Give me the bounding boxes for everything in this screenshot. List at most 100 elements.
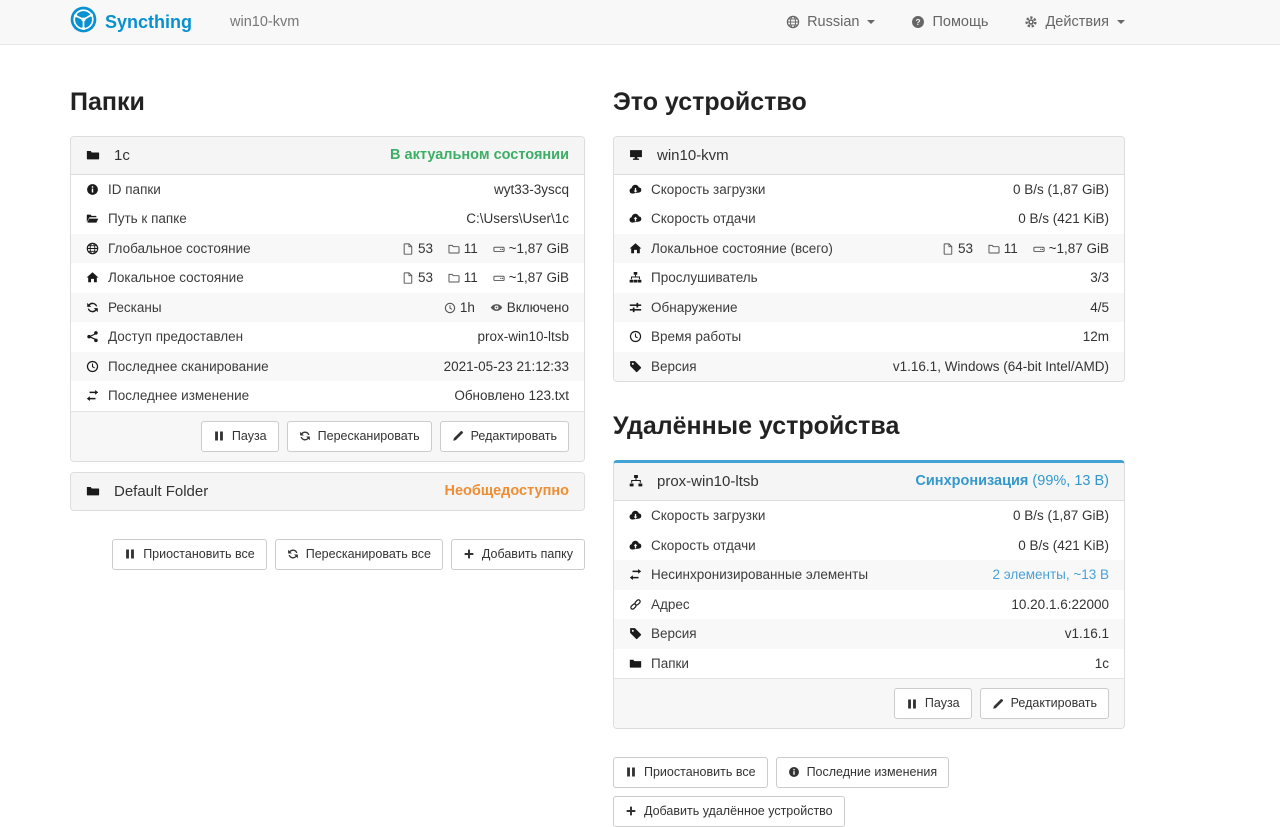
row-value: 53 11 ~1,87 GiB — [330, 234, 584, 264]
row-value: 1h Включено — [330, 293, 584, 323]
eye-icon — [490, 300, 503, 315]
remote-device-panel-footer: Пауза Редактировать — [614, 678, 1124, 728]
table-row: Доступ предоставлен prox-win10-ltsb — [71, 322, 584, 352]
discovery-icon — [629, 298, 651, 318]
navbar: Syncthing win10-kvm Russian ? Помощь Дей… — [0, 0, 1280, 45]
exchange-icon — [629, 565, 651, 585]
file-icon — [402, 270, 414, 285]
table-row: Версия v1.16.1 — [614, 619, 1124, 649]
remote-device-panel: prox-win10-ltsb Синхронизация (99%, 13 B… — [613, 460, 1125, 729]
table-row: Скорость загрузки 0 B/s (1,87 GiB) — [614, 501, 1124, 531]
device-name: win10-kvm — [657, 147, 729, 164]
table-row: Локальное состояние (всего) 53 11 ~1,87 … — [614, 234, 1124, 264]
brand-label: Syncthing — [105, 12, 192, 33]
row-label: Скорость отдачи — [651, 538, 756, 553]
device-panel-header[interactable]: prox-win10-ltsb Синхронизация (99%, 13 B… — [614, 463, 1124, 501]
file-icon — [942, 241, 954, 256]
table-row: Локальное состояние 53 11 ~1,87 GiB — [71, 263, 584, 293]
gear-icon — [1024, 15, 1038, 29]
pause-all-devices-button[interactable]: Приостановить все — [613, 757, 768, 788]
recent-changes-button[interactable]: Последние изменения — [776, 757, 950, 788]
remote-devices-heading: Удалённые устройства — [613, 413, 1125, 441]
cloud-upload-icon — [629, 209, 651, 229]
table-row: Адрес 10.20.1.6:22000 — [614, 590, 1124, 620]
table-row: Прослушиватель 3/3 — [614, 263, 1124, 293]
table-row: Ресканы 1h Включено — [71, 293, 584, 323]
row-value: Обновлено 123.txt — [330, 381, 584, 411]
chevron-down-icon — [1117, 20, 1125, 24]
table-row: Скорость загрузки 0 B/s (1,87 GiB) — [614, 175, 1124, 205]
table-row: Версия v1.16.1, Windows (64-bit Intel/AM… — [614, 352, 1124, 382]
row-label: Прослушиватель — [651, 270, 758, 285]
row-label: Скорость отдачи — [651, 211, 756, 226]
pause-button[interactable]: Пауза — [894, 688, 972, 719]
table-row: Несинхронизированные элементы 2 элементы… — [614, 560, 1124, 590]
folder-outline-icon — [988, 241, 1000, 256]
row-value: 0 B/s (421 KiB) — [944, 531, 1124, 561]
folder-outline-icon — [448, 270, 460, 285]
device-status: Синхронизация (99%, 13 B) — [915, 473, 1109, 489]
row-label: Папки — [651, 656, 689, 671]
folder-panel-default: Default Folder Необщедоступно — [70, 472, 585, 511]
folders-actions: Приостановить все Пересканировать все До… — [70, 539, 585, 570]
svg-text:?: ? — [916, 17, 921, 27]
row-value: 53 11 ~1,87 GiB — [330, 263, 584, 293]
table-row: Обнаружение 4/5 — [614, 293, 1124, 323]
hdd-icon — [493, 241, 505, 256]
device-panel-header[interactable]: win10-kvm — [614, 137, 1124, 175]
edit-button[interactable]: Редактировать — [440, 421, 569, 452]
row-label: Путь к папке — [108, 211, 187, 226]
help-menu[interactable]: ? Помощь — [911, 14, 988, 30]
rescan-button[interactable]: Пересканировать — [287, 421, 432, 452]
folder-panel-1c: 1c В актуальном состоянии ID папки wyt33… — [70, 136, 585, 462]
row-label: Скорость загрузки — [651, 508, 765, 523]
table-row: Скорость отдачи 0 B/s (421 KiB) — [614, 531, 1124, 561]
add-folder-button[interactable]: Добавить папку — [451, 539, 585, 570]
edit-button[interactable]: Редактировать — [980, 688, 1109, 719]
tag-icon — [629, 624, 651, 644]
language-menu[interactable]: Russian — [786, 14, 875, 30]
row-label: Время работы — [651, 329, 741, 344]
actions-menu[interactable]: Действия — [1024, 14, 1125, 30]
sitemap-icon — [629, 268, 651, 288]
row-label: Скорость загрузки — [651, 182, 765, 197]
row-value: 0 B/s (1,87 GiB) — [944, 501, 1124, 531]
file-icon — [402, 241, 414, 256]
pause-button[interactable]: Пауза — [201, 421, 279, 452]
syncthing-brand[interactable]: Syncthing — [70, 6, 192, 38]
cloud-download-icon — [629, 506, 651, 526]
folder-icon — [86, 148, 100, 162]
folder-panel-footer: Пауза Пересканировать Редактировать — [71, 411, 584, 461]
out-of-sync-link[interactable]: 2 элементы, ~13 B — [992, 567, 1109, 582]
clock-icon — [629, 327, 651, 347]
row-label: Последнее сканирование — [108, 359, 269, 374]
table-row: ID папки wyt33-3yscq — [71, 175, 584, 205]
folder-name: Default Folder — [114, 483, 208, 500]
row-value: 53 11 ~1,87 GiB — [863, 234, 1124, 264]
syncthing-logo-icon — [70, 6, 97, 38]
row-label: Глобальное состояние — [108, 241, 251, 256]
language-label: Russian — [807, 14, 859, 30]
folder-panel-header[interactable]: Default Folder Необщедоступно — [71, 473, 584, 510]
row-value: C:\Users\User\1c — [330, 204, 584, 234]
folders-heading: Папки — [70, 89, 585, 117]
rescan-all-button[interactable]: Пересканировать все — [275, 539, 443, 570]
table-row: Скорость отдачи 0 B/s (421 KiB) — [614, 204, 1124, 234]
add-remote-device-button[interactable]: Добавить удалённое устройство — [613, 796, 845, 827]
home-icon — [86, 268, 108, 288]
tag-icon — [629, 357, 651, 377]
question-circle-icon: ? — [911, 15, 925, 29]
remote-devices-actions: Приостановить все Последние изменения До… — [613, 757, 1125, 827]
network-icon — [629, 474, 643, 488]
row-label: Последнее изменение — [108, 388, 249, 403]
row-label: Локальное состояние (всего) — [651, 241, 833, 256]
folder-icon — [629, 654, 651, 674]
row-value: v1.16.1, Windows (64-bit Intel/AMD) — [863, 352, 1124, 382]
folder-panel-header[interactable]: 1c В актуальном состоянии — [71, 137, 584, 175]
globe-icon — [786, 15, 800, 29]
row-label: Доступ предоставлен — [108, 329, 243, 344]
pause-all-folders-button[interactable]: Приостановить все — [112, 539, 267, 570]
row-label: Версия — [651, 359, 697, 374]
table-row: Последнее сканирование 2021-05-23 21:12:… — [71, 352, 584, 382]
row-label: Адрес — [651, 597, 690, 612]
